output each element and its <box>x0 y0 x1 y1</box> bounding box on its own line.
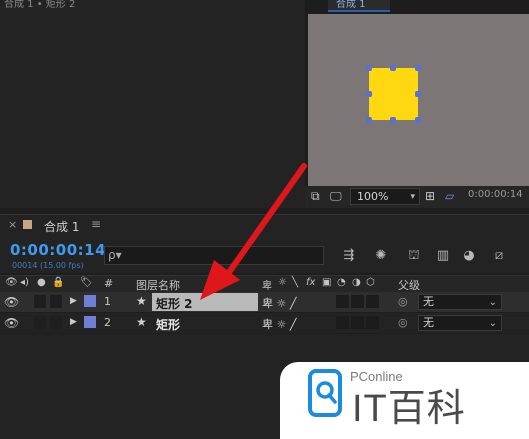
watermark-title: IT百科 <box>352 388 466 430</box>
red-arrow-shaft <box>222 163 307 281</box>
watermark-brand: PConline <box>350 369 403 384</box>
pconline-logo-icon <box>308 369 342 417</box>
